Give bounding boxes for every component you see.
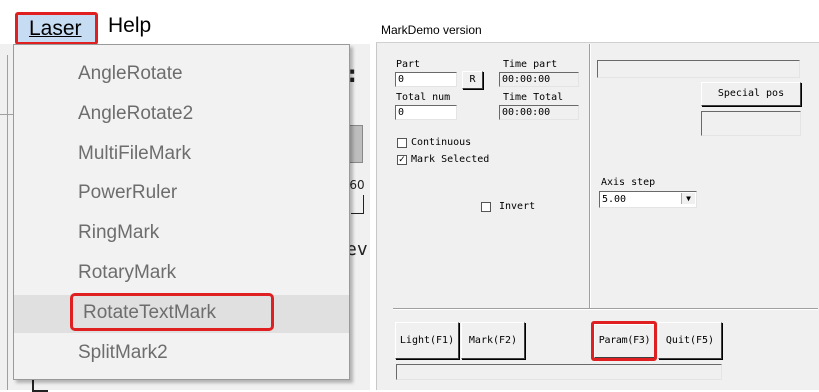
special-pos-field xyxy=(701,111,801,136)
laser-dropdown-menu: AngleRotate AngleRotate2 MultiFileMark P… xyxy=(13,44,350,380)
menu-item-label: RotateTextMark xyxy=(83,302,217,323)
dropdown-arrow-icon[interactable]: ▼ xyxy=(681,193,695,204)
time-part-field: 00:00:00 xyxy=(499,72,579,87)
menu-item-rotarymark[interactable]: RotaryMark xyxy=(14,255,349,293)
reset-button[interactable]: R xyxy=(462,71,483,89)
axis-step-value: 5.00 xyxy=(602,194,627,205)
dialog-title: MarkDemo version xyxy=(381,23,482,37)
mark-selected-label: Mark Selected xyxy=(411,154,490,165)
axis-step-label: Axis step xyxy=(601,177,656,188)
mark-selected-checkbox[interactable]: ✓ xyxy=(397,155,407,165)
menu-item-label: RotaryMark xyxy=(78,262,177,283)
progress-bar xyxy=(396,364,722,380)
menu-item-splitmark2[interactable]: SplitMark2 xyxy=(14,335,349,373)
menu-item-label: AngleRotate2 xyxy=(78,103,194,124)
menu-item-label: PowerRuler xyxy=(78,182,178,203)
menu-item-powerruler[interactable]: PowerRuler xyxy=(14,175,349,213)
menu-laser[interactable]: Laser xyxy=(15,12,98,45)
quit-button[interactable]: Quit(F5) xyxy=(658,322,722,359)
menu-laser-label: Laser xyxy=(29,17,82,40)
menu-item-label: SplitMark2 xyxy=(78,342,168,363)
menu-item-rotatetextmark[interactable]: RotateTextMark xyxy=(14,293,349,333)
light-button[interactable]: Light(F1) xyxy=(395,322,459,359)
axis-step-select[interactable]: 5.00 ▼ xyxy=(599,191,697,208)
dialog-titlebar: MarkDemo version xyxy=(376,18,819,43)
menu-item-anglerotate2[interactable]: AngleRotate2 xyxy=(14,96,349,134)
background-ruler xyxy=(351,195,364,214)
menu-item-label: AngleRotate xyxy=(78,63,183,84)
vertical-separator-highlight xyxy=(590,44,591,309)
status-field xyxy=(597,60,800,78)
total-num-field[interactable]: 0 xyxy=(395,105,457,120)
mark-button[interactable]: Mark(F2) xyxy=(461,322,525,359)
invert-label: Invert xyxy=(499,201,536,212)
total-num-label: Total num xyxy=(396,92,451,103)
time-total-label: Time Total xyxy=(503,92,564,103)
special-pos-button[interactable]: Special pos xyxy=(701,82,801,106)
continuous-checkbox[interactable] xyxy=(397,138,407,148)
horizontal-separator-highlight xyxy=(393,309,818,310)
menu-item-multifilemark[interactable]: MultiFileMark xyxy=(14,136,349,174)
time-total-field: 00:00:00 xyxy=(499,105,579,120)
menu-help[interactable]: Help xyxy=(108,14,151,38)
continuous-label: Continuous xyxy=(411,137,472,148)
menu-item-anglerotate[interactable]: AngleRotate xyxy=(14,56,349,94)
background-border xyxy=(7,55,8,390)
menu-item-label: RingMark xyxy=(78,222,160,243)
part-field[interactable]: 0 xyxy=(395,72,457,87)
time-part-label: Time part xyxy=(503,59,558,70)
param-highlight-frame xyxy=(591,321,657,361)
invert-checkbox[interactable] xyxy=(481,202,491,212)
menu-item-label: MultiFileMark xyxy=(78,143,191,164)
part-label: Part xyxy=(396,59,421,70)
menu-item-ringmark[interactable]: RingMark xyxy=(14,215,349,253)
menu-bar: Laser Help xyxy=(0,0,370,45)
